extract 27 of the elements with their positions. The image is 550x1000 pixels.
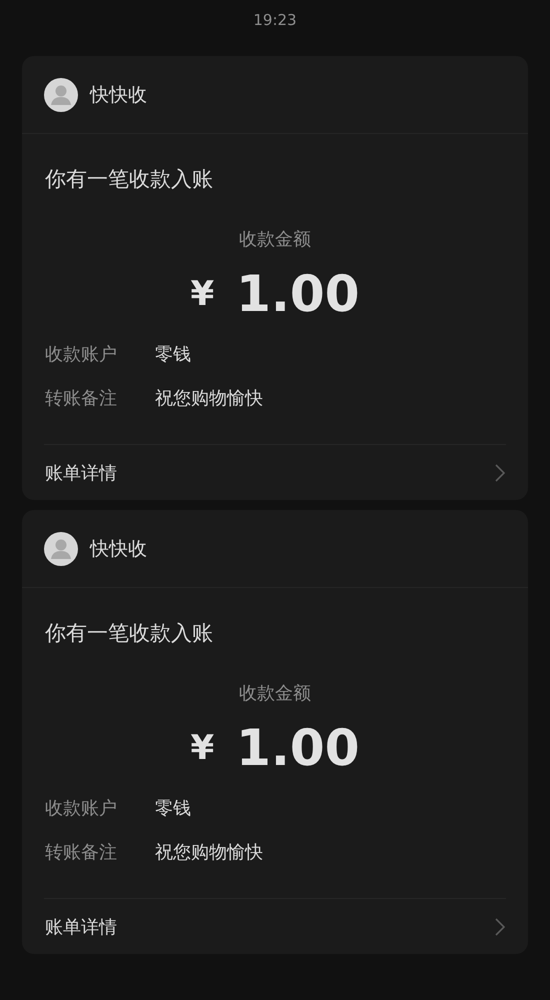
link-label: 账单详情	[45, 916, 117, 938]
sender-name: 快快收	[90, 82, 147, 108]
field-value: 祝您购物愉快	[155, 387, 263, 410]
field-value: 零钱	[155, 343, 191, 366]
amount-value: 1.00	[236, 264, 360, 325]
amount-value: 1.00	[236, 718, 360, 779]
currency-symbol: ¥	[190, 728, 214, 768]
sender-name: 快快收	[90, 536, 147, 562]
field-value: 祝您购物愉快	[155, 841, 263, 864]
status-time: 19:23	[253, 10, 297, 31]
currency-symbol: ¥	[190, 274, 214, 314]
field-label: 收款账户	[45, 797, 117, 820]
bill-details-link[interactable]: 账单详情	[44, 898, 506, 954]
field-value: 零钱	[155, 797, 191, 820]
chevron-right-icon	[495, 918, 505, 936]
message-title: 你有一笔收款入账	[45, 620, 214, 647]
field-label: 转账备注	[45, 841, 117, 864]
field-label: 转账备注	[45, 387, 117, 410]
avatar-icon	[44, 532, 78, 566]
amount-label: 收款金额	[239, 682, 311, 706]
chevron-right-icon	[495, 464, 505, 482]
link-label: 账单详情	[45, 462, 117, 484]
message-title: 你有一笔收款入账	[45, 166, 214, 193]
amount-label: 收款金额	[239, 228, 311, 252]
field-label: 收款账户	[45, 343, 117, 366]
bill-details-link[interactable]: 账单详情	[44, 444, 506, 500]
avatar-icon	[44, 78, 78, 112]
